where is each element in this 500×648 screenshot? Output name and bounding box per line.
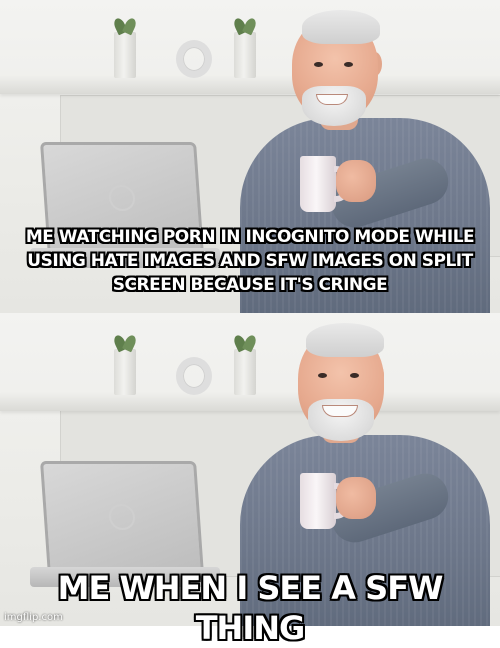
bottom-caption: ME WHEN I SEE A SFW THING [57, 569, 444, 647]
person-hair [302, 10, 380, 44]
ring-decor-icon [176, 40, 212, 78]
mug-icon [300, 156, 336, 212]
person-eye [350, 373, 359, 378]
laptop-logo-icon [108, 185, 136, 211]
plant-pot [114, 349, 136, 395]
plant-icon [233, 18, 257, 34]
person-eye [318, 373, 327, 378]
person-hair [306, 323, 384, 357]
plant-pot [234, 349, 256, 395]
plant-icon [113, 18, 137, 34]
plant-pot [234, 32, 256, 78]
laptop-logo-icon [108, 504, 136, 530]
person-beard [302, 86, 366, 126]
shelf [0, 393, 500, 411]
plant-icon [113, 335, 137, 351]
person-hand [336, 477, 376, 519]
top-caption: ME WATCHING PORN IN INCOGNITO MODE WHILE… [25, 227, 475, 295]
ring-decor-icon [176, 357, 212, 395]
shelf [0, 76, 500, 94]
person-hand [336, 160, 376, 202]
person-eye [314, 62, 323, 67]
mug-icon [300, 473, 336, 529]
plant-icon [233, 335, 257, 351]
person-eye [344, 62, 353, 67]
laptop-screen [40, 461, 204, 575]
plant-pot [114, 32, 136, 78]
watermark: imgflip.com [4, 612, 63, 623]
meme-image: ME WATCHING PORN IN INCOGNITO MODE WHILE… [0, 0, 500, 647]
